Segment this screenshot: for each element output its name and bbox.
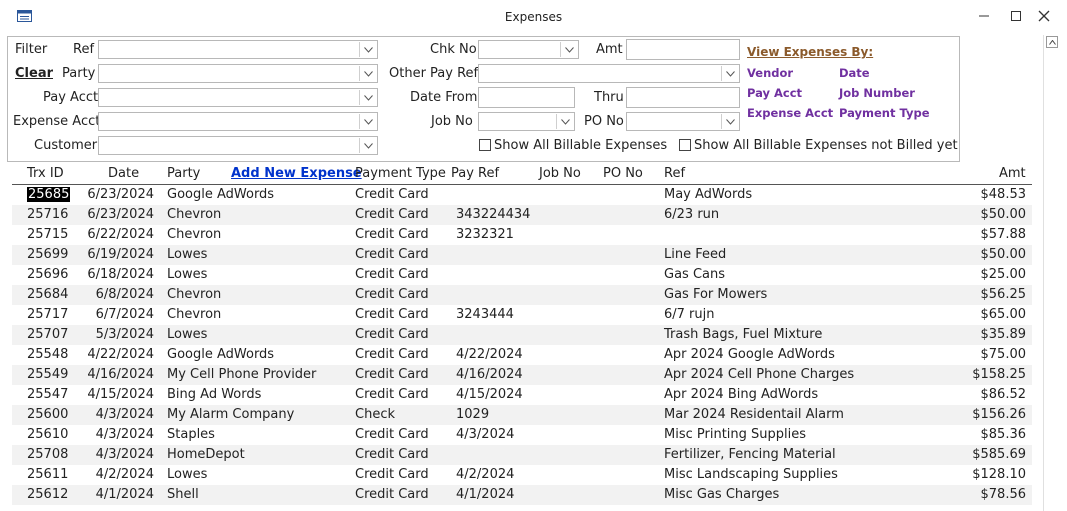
cell-amt[interactable]: $585.69 xyxy=(12,447,1026,462)
cell-amt[interactable]: $86.52 xyxy=(12,387,1027,402)
table-row[interactable]: 25685 6/23/2024 Google AdWords Credit Card M… xyxy=(12,185,1032,205)
header-date: Date xyxy=(108,166,140,181)
pay-acct-label: Pay Acct xyxy=(43,90,99,105)
po-no-label: PO No xyxy=(584,114,624,129)
minimize-icon[interactable] xyxy=(974,6,994,26)
header-amt: Amt xyxy=(999,166,1026,181)
view-by-date[interactable]: Date xyxy=(839,66,870,80)
show-billable-checkbox[interactable] xyxy=(479,139,491,151)
header-pay-ref: Pay Ref xyxy=(451,166,500,181)
other-pay-ref-combo[interactable] xyxy=(478,64,740,83)
window-title: Expenses xyxy=(504,10,563,24)
job-no-combo[interactable] xyxy=(478,112,575,131)
view-by-vendor[interactable]: Vendor xyxy=(747,66,793,80)
show-not-billed-checkbox[interactable] xyxy=(679,139,691,151)
maximize-icon[interactable] xyxy=(1006,6,1026,26)
amt-label: Amt xyxy=(596,42,623,57)
table-row[interactable]: 25548 4/22/2024 Google AdWords Credit Card 4… xyxy=(12,345,1032,365)
header-po-no: PO No xyxy=(603,166,643,181)
table-row[interactable]: 25549 4/16/2024 My Cell Phone Provider Cred… xyxy=(12,365,1032,385)
chevron-down-icon[interactable] xyxy=(560,42,577,57)
cell-amt[interactable]: $158.25 xyxy=(12,367,1026,382)
header-job-no: Job No xyxy=(539,166,581,181)
chevron-down-icon[interactable] xyxy=(359,114,376,129)
cell-amt[interactable]: $48.53 xyxy=(12,187,1027,202)
table-row[interactable]: 25600 4/3/2024 My Alarm Company Check 1029 Ma… xyxy=(12,405,1032,425)
scroll-up-icon[interactable] xyxy=(1046,36,1058,48)
clear-button[interactable]: Clear xyxy=(15,66,53,81)
table-row[interactable]: 25699 6/19/2024 Lowes Credit Card Line Feed $… xyxy=(12,245,1032,265)
table-row[interactable]: 25716 6/23/2024 Chevron Credit Card 34322443… xyxy=(12,205,1032,225)
expense-acct-combo[interactable] xyxy=(98,112,378,131)
customer-combo[interactable] xyxy=(98,136,378,155)
view-by-pay-acct[interactable]: Pay Acct xyxy=(747,86,802,100)
chevron-down-icon[interactable] xyxy=(359,138,376,153)
date-from-label: Date From xyxy=(410,90,478,105)
expense-acct-label: Expense Acct xyxy=(13,114,101,129)
add-new-expense-link[interactable]: Add New Expense xyxy=(231,166,362,181)
cell-amt[interactable]: $128.10 xyxy=(12,467,1026,482)
ref-combo[interactable] xyxy=(98,40,378,59)
table-row[interactable]: 25684 6/8/2024 Chevron Credit Card Gas For M… xyxy=(12,285,1032,305)
table-row[interactable]: 25696 6/18/2024 Lowes Credit Card Gas Cans $2… xyxy=(12,265,1032,285)
view-by-payment-type[interactable]: Payment Type xyxy=(839,106,930,120)
ref-label: Ref xyxy=(73,42,95,57)
cell-amt[interactable]: $65.00 xyxy=(12,307,1027,322)
title-bar: Expenses xyxy=(0,0,1067,34)
chevron-down-icon[interactable] xyxy=(556,114,573,129)
table-row[interactable]: 25612 4/1/2024 Shell Credit Card 4/1/2024 Mis… xyxy=(12,485,1032,505)
party-label: Party xyxy=(62,66,96,81)
customer-label: Customer xyxy=(34,138,98,153)
filter-label: Filter xyxy=(15,42,48,57)
view-by-expense-acct[interactable]: Expense Acct xyxy=(747,106,833,120)
amt-field[interactable] xyxy=(626,39,740,60)
table-row[interactable]: 25715 6/22/2024 Chevron Credit Card 3232321 $… xyxy=(12,225,1032,245)
cell-amt[interactable]: $50.00 xyxy=(12,247,1027,262)
vertical-scrollbar[interactable] xyxy=(1043,35,1060,511)
date-from-field[interactable] xyxy=(478,87,575,108)
cell-amt[interactable]: $156.26 xyxy=(12,407,1026,422)
view-by-title: View Expenses By: xyxy=(747,45,874,59)
cell-amt[interactable]: $75.00 xyxy=(12,347,1027,362)
header-payment-type: Payment Type xyxy=(355,166,446,181)
chevron-down-icon[interactable] xyxy=(359,90,376,105)
view-by-job-number[interactable]: Job Number xyxy=(839,86,915,100)
chevron-down-icon[interactable] xyxy=(359,42,376,57)
chk-no-combo[interactable] xyxy=(478,40,579,59)
chk-no-label: Chk No xyxy=(430,42,477,57)
table-row[interactable]: 25717 6/7/2024 Chevron Credit Card 3243444 6/… xyxy=(12,305,1032,325)
header-trx-id: Trx ID xyxy=(27,166,64,181)
cell-amt[interactable]: $57.88 xyxy=(12,227,1027,242)
chevron-down-icon[interactable] xyxy=(721,66,738,81)
thru-field[interactable] xyxy=(626,87,740,108)
other-pay-ref-label: Other Pay Ref xyxy=(389,66,479,81)
party-combo[interactable] xyxy=(98,64,378,83)
pay-acct-combo[interactable] xyxy=(98,88,378,107)
table-row[interactable]: 25708 4/3/2024 HomeDepot Credit Card Fertili… xyxy=(12,445,1032,465)
chevron-down-icon[interactable] xyxy=(721,114,738,129)
po-no-combo[interactable] xyxy=(626,112,740,131)
job-no-label: Job No xyxy=(431,114,473,129)
cell-amt[interactable]: $35.89 xyxy=(12,327,1027,342)
cell-amt[interactable]: $25.00 xyxy=(12,267,1027,282)
cell-amt[interactable]: $85.36 xyxy=(12,427,1027,442)
table-row[interactable]: 25547 4/15/2024 Bing Ad Words Credit Card 4/… xyxy=(12,385,1032,405)
show-not-billed-label: Show All Billable Expenses not Billed ye… xyxy=(694,138,958,153)
chevron-down-icon[interactable] xyxy=(359,66,376,81)
header-party: Party xyxy=(167,166,201,181)
header-ref: Ref xyxy=(664,166,686,181)
table-row[interactable]: 25707 5/3/2024 Lowes Credit Card Trash Bags,… xyxy=(12,325,1032,345)
cell-amt[interactable]: $78.56 xyxy=(12,487,1027,502)
thru-label: Thru xyxy=(594,90,624,105)
table-row[interactable]: 25611 4/2/2024 Lowes Credit Card 4/2/2024 Mis… xyxy=(12,465,1032,485)
close-icon[interactable] xyxy=(1034,6,1054,26)
show-billable-label: Show All Billable Expenses xyxy=(494,138,668,153)
cell-amt[interactable]: $56.25 xyxy=(12,287,1027,302)
table-row[interactable]: 25610 4/3/2024 Staples Credit Card 4/3/2024 M… xyxy=(12,425,1032,445)
cell-amt[interactable]: $50.00 xyxy=(12,207,1027,222)
